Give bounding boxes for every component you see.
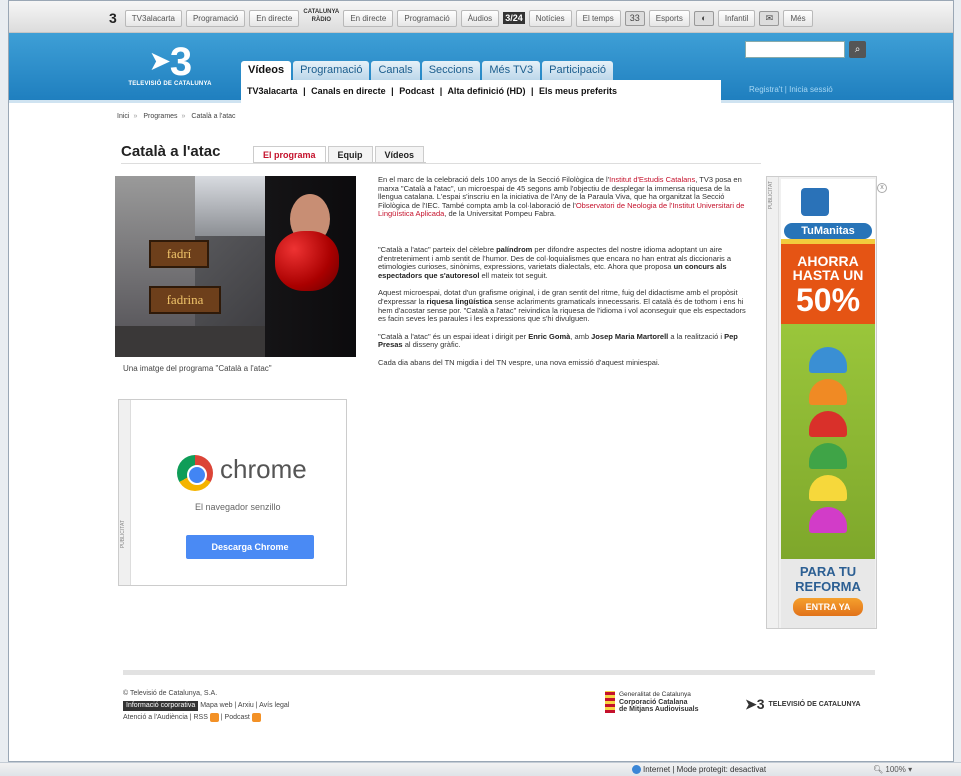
tumanitas-icon: [801, 188, 829, 216]
helmet-icon: [809, 379, 847, 405]
subnav-canals-en-directe[interactable]: Canals en directe: [311, 86, 386, 96]
program-photo: fadrí fadrina: [115, 176, 356, 357]
browser-page: 3 TV3alacarta Programació En directe CAT…: [8, 0, 954, 762]
site-header: ➤3 TELEVISIÓ DE CATALUNYA Vídeos Program…: [9, 33, 953, 103]
tab-videos-programa[interactable]: Vídeos: [374, 146, 425, 162]
topbar-link-radio-programacio[interactable]: Programació: [397, 9, 457, 27]
user-links: Registra't | Inicia sessió: [749, 85, 833, 94]
tab-canals[interactable]: Canals: [371, 61, 420, 80]
divider: [121, 163, 761, 164]
tab-mes-tv3[interactable]: Més TV3: [482, 61, 541, 80]
paragraph: En el marc de la celebració dels 100 any…: [378, 175, 745, 219]
discount-percent: 50%: [795, 282, 861, 318]
zoom-icon: 🔍︎: [873, 765, 886, 774]
login-link[interactable]: Inicia sessió: [789, 85, 833, 94]
breadcrumb-item-programes[interactable]: Programes: [143, 113, 177, 120]
network-topbar: 3 TV3alacarta Programació En directe CAT…: [9, 1, 953, 33]
chrome-subtitle: El navegador senzillo: [195, 502, 281, 512]
footer-links-row2[interactable]: Atenció a l'Audiència | RSS: [123, 714, 208, 721]
breadcrumb: Inici» Programes» Català a l'atac: [117, 113, 236, 120]
chrome-logo-icon: [177, 455, 213, 491]
breadcrumb-item-inici[interactable]: Inici: [117, 113, 129, 120]
catalunya-radio-logo[interactable]: CATALUNYA RÀDIO: [303, 8, 339, 28]
topbar-link-noticies[interactable]: Notícies: [528, 9, 572, 27]
zoom-control[interactable]: 🔍︎ 100% ▾: [873, 765, 912, 774]
topbar-link-esports[interactable]: Esports: [648, 9, 690, 27]
rss-icon[interactable]: [209, 712, 219, 722]
ad-headline: AHORRA HASTA UN: [792, 253, 864, 283]
chrome-ad[interactable]: PUBLICITAT chrome El navegador senzillo …: [118, 399, 347, 586]
search-input[interactable]: [745, 41, 845, 58]
footer-divider: [123, 670, 875, 675]
subnav-preferits[interactable]: Els meus preferits: [539, 86, 617, 96]
browser-statusbar: Internet | Mode protegit: desactivat 🔍︎ …: [0, 762, 961, 776]
senyera-icon: [605, 691, 615, 714]
topbar-link-tv3alacarta[interactable]: TV3alacarta: [124, 9, 182, 27]
324-logo[interactable]: 3/24: [503, 12, 525, 24]
tumanitas-ad[interactable]: PUBLICITAT x TuManitas AHORRA HASTA UN 50…: [766, 176, 887, 629]
tumanitas-logo: TuManitas: [784, 223, 872, 239]
generalitat-logo[interactable]: Generalitat de Catalunya Corporació Catal…: [605, 691, 698, 714]
subnav-tv3alacarta[interactable]: TV3alacarta: [247, 86, 298, 96]
page-title: Català a l'atac: [121, 143, 221, 160]
main-tabs: Vídeos Programació Canals Seccions Més T…: [241, 61, 613, 80]
tab-participacio[interactable]: Participació: [542, 61, 613, 80]
helmet-icon: [809, 475, 847, 501]
tab-seccions[interactable]: Seccions: [421, 61, 481, 80]
paragraph: Cada dia abans del TN migdia i del TN ve…: [378, 357, 660, 367]
footer-links-row1[interactable]: Mapa web | Arxiu | Avís legal: [200, 702, 289, 709]
program-tabs: El programa Equip Vídeos: [253, 146, 427, 163]
subnav-alta-definicio[interactable]: Alta definició (HD): [447, 86, 525, 96]
copyright: © Televisió de Catalunya, S.A.: [123, 690, 218, 697]
close-icon[interactable]: x: [877, 183, 887, 193]
podcast-icon[interactable]: [251, 712, 261, 722]
photo-caption: Una imatge del programa "Català a l'atac…: [123, 364, 272, 373]
tab-programacio[interactable]: Programació: [293, 61, 370, 80]
helmet-icon: [809, 411, 847, 437]
subnav-podcast[interactable]: Podcast: [399, 86, 434, 96]
logo-subtitle: TELEVISIÓ DE CATALUNYA: [128, 81, 212, 87]
paragraph: "Català a l'atac" és un espai ideat i di…: [378, 331, 738, 350]
article-body: En el marc de la celebració dels 100 any…: [378, 175, 746, 377]
helmet-icon: [809, 347, 847, 373]
mail-icon[interactable]: ✉: [759, 10, 780, 26]
breadcrumb-item-current: Català a l'atac: [191, 113, 236, 120]
ad-tagline: PARA TU REFORMA: [795, 564, 861, 594]
download-chrome-button[interactable]: Descarga Chrome: [186, 535, 314, 559]
ad-label: PUBLICITAT: [120, 520, 126, 549]
search-icon[interactable]: ⌕: [849, 41, 866, 58]
topbar-link-infantil[interactable]: Infantil: [717, 9, 756, 27]
tv3-small-logo[interactable]: 3: [109, 10, 117, 26]
tv3-logo[interactable]: ➤3 TELEVISIÓ DE CATALUNYA: [115, 42, 225, 87]
esport3-icon[interactable]: 33: [624, 10, 645, 26]
topbar-link-audios[interactable]: Àudios: [460, 9, 500, 27]
entra-ya-button[interactable]: ENTRA YA: [793, 598, 863, 616]
topbar-link-programacio[interactable]: Programació: [185, 9, 246, 27]
link-podcast[interactable]: | Podcast: [221, 714, 250, 721]
topbar-link-radio-en-directe[interactable]: En directe: [343, 9, 394, 27]
helmet-icon: [809, 443, 847, 469]
chrome-wordmark: chrome: [220, 454, 307, 484]
sub-navigation: TV3alacarta | Canals en directe | Podcas…: [241, 80, 721, 103]
link-informacio-corporativa[interactable]: Informació corporativa: [123, 701, 199, 711]
photo-sign-fadri: fadrí: [149, 240, 209, 268]
helmet-icon: [809, 507, 847, 533]
tab-equip[interactable]: Equip: [327, 146, 373, 162]
tab-videos[interactable]: Vídeos: [241, 61, 292, 80]
tv3-footer-logo[interactable]: ➤3 TELEVISIÓ DE CATALUNYA: [745, 696, 861, 713]
paragraph: "Català a l'atac" parteix del cèlebre pa…: [378, 244, 732, 280]
ad-label: PUBLICITAT: [768, 181, 774, 210]
topbar-link-mes[interactable]: Més: [783, 9, 813, 27]
paragraph: Aquest microespai, dotat d'un grafisme o…: [378, 288, 746, 324]
register-link[interactable]: Registra't: [749, 85, 783, 94]
topbar-link-el-temps[interactable]: El temps: [575, 9, 621, 27]
globe-icon: [632, 765, 641, 775]
tab-el-programa[interactable]: El programa: [253, 146, 326, 162]
super3-icon[interactable]: ◐: [693, 10, 714, 26]
footer-links: © Televisió de Catalunya, S.A. Informaci…: [123, 688, 289, 724]
photo-sign-fadrina: fadrina: [149, 286, 221, 314]
security-zone[interactable]: Internet | Mode protegit: desactivat: [632, 765, 766, 775]
topbar-link-en-directe[interactable]: En directe: [249, 9, 300, 27]
arrow-icon: ➤: [149, 48, 170, 75]
